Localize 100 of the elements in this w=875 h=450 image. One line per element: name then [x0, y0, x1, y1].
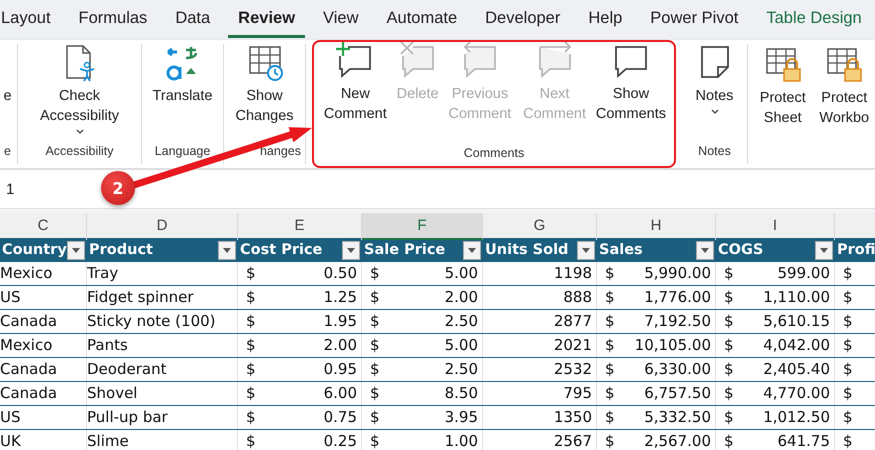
group-label: e	[4, 144, 11, 160]
ribbon-button[interactable]: Check Accessibility	[32, 44, 126, 144]
caret-icon	[72, 248, 80, 252]
table-cell: Canada	[0, 360, 58, 378]
currency-symbol: $	[246, 407, 256, 428]
ribbon-tab[interactable]: Data	[165, 2, 220, 38]
table-cell: 2567	[554, 432, 592, 450]
currency-symbol: $	[370, 359, 380, 380]
group-label: Accessibility	[45, 144, 114, 160]
table-cell: Pull-up bar	[87, 408, 168, 426]
ribbon-tab[interactable]: View	[313, 2, 369, 38]
caret-icon	[468, 248, 476, 252]
ribbon-tab[interactable]: Formulas	[68, 2, 158, 38]
table-cell: Canada	[0, 384, 58, 402]
table-cell: UK	[0, 432, 21, 450]
table-cell: Deoderant	[87, 360, 166, 378]
currency-symbol: $	[843, 359, 853, 380]
table-cell-text: 5.00	[444, 263, 478, 284]
caret-icon	[347, 248, 355, 252]
currency-symbol: $	[246, 335, 256, 356]
table-cell-text: 10,105.00	[634, 335, 711, 356]
formula-value: 1	[5, 180, 14, 198]
currency-symbol: $	[843, 431, 853, 450]
currency-symbol: $	[370, 407, 380, 428]
column-heading: COGS	[718, 242, 764, 258]
delete-comment-icon	[398, 42, 437, 80]
caret-icon	[820, 248, 828, 252]
table-cell: Mexico	[0, 264, 52, 282]
table-cell-text: 7,192.50	[644, 311, 711, 332]
ribbon-button[interactable]: Protect Sheet	[752, 44, 814, 144]
currency-symbol: $	[370, 287, 380, 308]
table-cell-text: 4,042.00	[763, 335, 830, 356]
ribbon-tab[interactable]: Power Pivot	[640, 2, 748, 38]
currency-symbol: $	[724, 383, 734, 404]
table-cell-text: 1.25	[324, 287, 357, 308]
filter-button[interactable]	[815, 240, 833, 260]
table-cell: Tray	[87, 264, 118, 282]
currency-symbol: $	[605, 431, 615, 450]
table-cell: 888	[563, 288, 592, 306]
table-cell-text: 1,110.00	[763, 287, 830, 308]
table-cell-text: 0.25	[324, 431, 357, 450]
caret-icon	[223, 248, 231, 252]
table-cell-text: 5,610.15	[763, 311, 830, 332]
filter-button[interactable]	[218, 240, 236, 260]
table-cell-text: 641.75	[778, 431, 830, 450]
currency-symbol: $	[605, 287, 615, 308]
ribbon-button[interactable]: New Comment	[318, 42, 393, 146]
filter-button[interactable]	[577, 240, 595, 260]
ribbon-button[interactable]: Show Comments	[592, 42, 670, 146]
group-label: Language	[154, 144, 210, 160]
currency-symbol: $	[370, 431, 380, 450]
table-cell: 2021	[554, 336, 592, 354]
ribbon-tab[interactable]: Help	[578, 2, 632, 38]
table-cell: US	[0, 408, 21, 426]
ribbon-tab[interactable]: Developer	[475, 2, 570, 38]
table-cell-text: 2,405.40	[763, 359, 830, 380]
table-cell: Pants	[87, 336, 128, 354]
table-cell: 2532	[554, 360, 592, 378]
ribbon-tab[interactable]: Layout	[0, 2, 61, 38]
table-cell-text: 6.00	[324, 383, 357, 404]
table-cell-text: 2.00	[324, 335, 357, 356]
currency-symbol: $	[605, 383, 615, 404]
column-heading: Profi	[837, 242, 875, 258]
ribbon-button[interactable]: Translate	[148, 44, 216, 144]
currency-symbol: $	[724, 335, 734, 356]
table-cell-text: 0.95	[324, 359, 357, 380]
currency-symbol: $	[246, 287, 256, 308]
currency-symbol: $	[605, 407, 615, 428]
filter-button[interactable]	[342, 240, 360, 260]
ribbon-button[interactable]: e	[0, 44, 16, 144]
currency-symbol: $	[843, 407, 853, 428]
group-label: hanges	[260, 144, 301, 160]
currency-symbol: $	[370, 263, 380, 284]
currency-symbol: $	[843, 335, 853, 356]
currency-symbol: $	[724, 431, 734, 450]
table-cell-text: 0.50	[324, 263, 357, 284]
ribbon-tab[interactable]: Automate	[376, 2, 468, 38]
currency-symbol: $	[724, 263, 734, 284]
table-cell-text: 5,990.00	[644, 263, 711, 284]
table-cell-text: 3.95	[444, 407, 478, 428]
ribbon-button[interactable]: Notes	[692, 44, 738, 144]
table-cell: Shovel	[87, 384, 138, 402]
table-cell-text: 2,567.00	[644, 431, 711, 450]
currency-symbol: $	[605, 263, 615, 284]
column-heading: Sale Price	[364, 242, 446, 258]
currency-symbol: $	[843, 263, 853, 284]
column-header[interactable]: F	[362, 213, 483, 240]
filter-button[interactable]	[67, 240, 85, 260]
ribbon-button[interactable]: Protect Workbo	[814, 44, 875, 144]
table-cell: Canada	[0, 312, 58, 330]
table-cell: US	[0, 288, 21, 306]
currency-symbol: $	[605, 335, 615, 356]
ribbon-tab[interactable]: Table Design	[756, 2, 872, 38]
column-heading: Country	[2, 242, 67, 258]
filter-button[interactable]	[696, 240, 714, 260]
caret-icon	[710, 109, 718, 115]
table-cell: Sticky note (100)	[87, 312, 216, 330]
filter-button[interactable]	[463, 240, 481, 260]
currency-symbol: $	[370, 335, 380, 356]
currency-symbol: $	[246, 359, 256, 380]
